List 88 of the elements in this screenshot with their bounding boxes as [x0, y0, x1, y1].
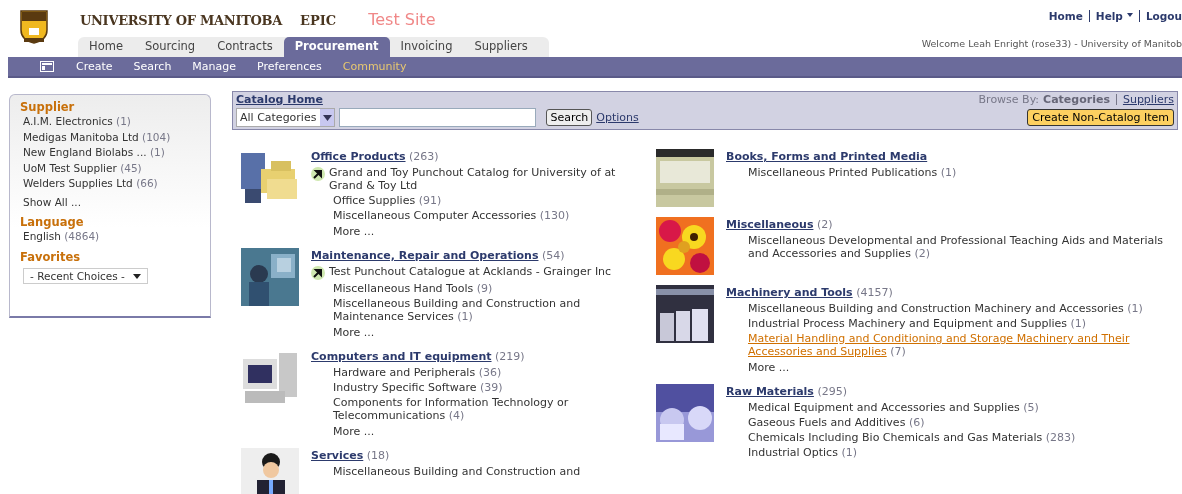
header-link[interactable]: Logou [1145, 10, 1182, 22]
subcategory-link[interactable]: Miscellaneous Hand Tools (9) [333, 282, 493, 295]
subcategory-link[interactable]: Material Handling and Conditioning and Storage Machinery and Their Accessories and Supplies (7) [748, 332, 1177, 358]
subcategory-link[interactable]: Office Supplies (91) [333, 194, 442, 207]
item-count: (66) [136, 177, 158, 189]
facet-heading: Supplier [20, 100, 76, 114]
subcategory-link[interactable]: Chemicals Including Bio Chemicals and Gas Materials (283) [748, 431, 1076, 444]
caret-icon [1126, 13, 1133, 17]
caret-icon [132, 273, 141, 279]
item-count: (219) [495, 350, 525, 363]
facet-link[interactable]: UoM Test Supplier [23, 161, 117, 174]
catalog-home-link[interactable]: Catalog Home [236, 93, 639, 106]
category-link[interactable]: Computers and IT equipment [311, 350, 492, 363]
nav-tab[interactable]: Procurement [283, 37, 390, 57]
nav-tab[interactable]: Home [78, 37, 134, 57]
item-count: (18) [366, 449, 390, 462]
nav-tab[interactable]: Contracts [206, 37, 284, 57]
subcategory-link[interactable]: Industrial Process Machinery and Equipment and Supplies (1) [748, 317, 1087, 330]
item-count: (1) [149, 146, 165, 158]
crest-logo [20, 10, 48, 44]
more-link[interactable]: More ... [311, 225, 647, 238]
facet-link[interactable]: Medigas Manitoba Ltd [23, 130, 139, 143]
options-link[interactable]: Options [596, 111, 639, 124]
layout-icon[interactable] [40, 61, 54, 72]
category-link[interactable]: Maintenance, Repair and Operations [311, 249, 539, 262]
nav-tab[interactable]: Sourcing [133, 37, 207, 57]
subcategory-link[interactable]: Medical Equipment and Accessories and Supplies (5) [748, 401, 1039, 414]
browse-option[interactable]: Categories [1043, 93, 1110, 106]
item-count: (2) [816, 218, 833, 231]
show-all-link[interactable]: Show All ... [20, 195, 82, 208]
subcategory-link[interactable]: Industrial Optics (1) [748, 446, 857, 459]
punchout-link[interactable]: Grand and Toy Punchout Catalog for University of at Grand & Toy Ltd [329, 166, 647, 192]
category-link[interactable]: Services [311, 449, 364, 462]
subcategory-link[interactable]: Miscellaneous Developmental and Professional Teaching Aids and Materials and Accessories and Supplies (2) [748, 234, 1177, 260]
favorites-dropdown[interactable]: - Recent Choices - [23, 268, 148, 284]
item-count: (295) [817, 385, 847, 398]
item-count: (1) [116, 115, 131, 127]
arrow-icon [311, 167, 325, 181]
subnav-link[interactable]: Search [133, 60, 172, 73]
more-link[interactable]: More ... [726, 361, 1177, 374]
category-link[interactable]: Machinery and Tools [726, 286, 853, 299]
facet-link[interactable]: New England Biolabs ... [23, 146, 147, 158]
item-count: (104) [142, 130, 171, 143]
arrow-icon [311, 266, 325, 280]
header-link[interactable]: Help [1095, 10, 1140, 22]
facet-link[interactable]: English [23, 229, 61, 242]
item-count: (4864) [64, 229, 100, 242]
facet-link[interactable]: A.I.M. Electronics [23, 115, 113, 127]
facet-heading: Favorites [20, 250, 82, 264]
browse-option[interactable]: Suppliers [1122, 93, 1174, 106]
nav-tab[interactable]: Invoicing [389, 37, 464, 57]
subcategory-link[interactable]: Hardware and Peripherals (36) [333, 366, 502, 379]
facet-heading: Language [20, 214, 85, 229]
punchout-link[interactable]: Test Punchout Catalogue at Acklands - Grainger Inc [329, 265, 612, 278]
facet-link[interactable]: Welders Supplies Ltd [23, 177, 133, 189]
subcategory-link[interactable]: Components for Information Technology or Telecommunications (4) [333, 396, 647, 422]
welcome-text: Welcome Leah Enright (rose33) - University of Manitob [921, 38, 1182, 49]
category-link[interactable]: Office Products [311, 150, 406, 163]
subcategory-link[interactable]: Miscellaneous Building and Construction and Maintenance Services (1) [333, 297, 647, 323]
search-button[interactable]: Search [546, 109, 593, 126]
item-count: (54) [542, 249, 565, 262]
subnav-link[interactable]: Create [76, 60, 113, 73]
more-link[interactable]: More ... [311, 326, 647, 339]
subcategory-link[interactable]: Miscellaneous Building and Construction Machinery and Accessories (1) [748, 302, 1143, 315]
subcategory-link[interactable]: Miscellaneous Computer Accessories (130) [333, 209, 570, 222]
subcategory-link[interactable]: Gaseous Fuels and Additives (6) [748, 416, 925, 429]
category-link[interactable]: Raw Materials [726, 385, 814, 398]
search-field[interactable] [339, 108, 537, 127]
item-count: (263) [409, 150, 439, 163]
category-link[interactable]: Miscellaneous [726, 218, 814, 231]
category-link[interactable]: Books, Forms and Printed Media [726, 150, 928, 163]
site-label: Test Site [368, 10, 436, 29]
subcategory-link[interactable]: Miscellaneous Printed Publications (1) [748, 166, 957, 179]
caret-icon [322, 114, 332, 121]
subcategory-link[interactable]: Miscellaneous Building and Construction and [333, 465, 581, 478]
category-dropdown[interactable]: All Categories [236, 108, 336, 127]
more-link[interactable]: More ... [311, 425, 647, 438]
browse-label: Browse By: [978, 93, 1040, 106]
item-count: (45) [120, 161, 142, 174]
subnav-link[interactable]: Manage [192, 60, 237, 73]
header-link[interactable]: Home [1048, 10, 1090, 22]
nav-tab[interactable]: Suppliers [463, 37, 539, 57]
product-name: EPIC [300, 13, 337, 28]
create-item-button[interactable]: Create Non-Catalog Item [1027, 109, 1174, 126]
subcategory-link[interactable]: Industry Specific Software (39) [333, 381, 503, 394]
subnav-link[interactable]: Preferences [257, 60, 322, 73]
item-count: (4157) [856, 286, 893, 299]
site-title: UNIVERSITY OF MANITOBA [80, 13, 283, 28]
